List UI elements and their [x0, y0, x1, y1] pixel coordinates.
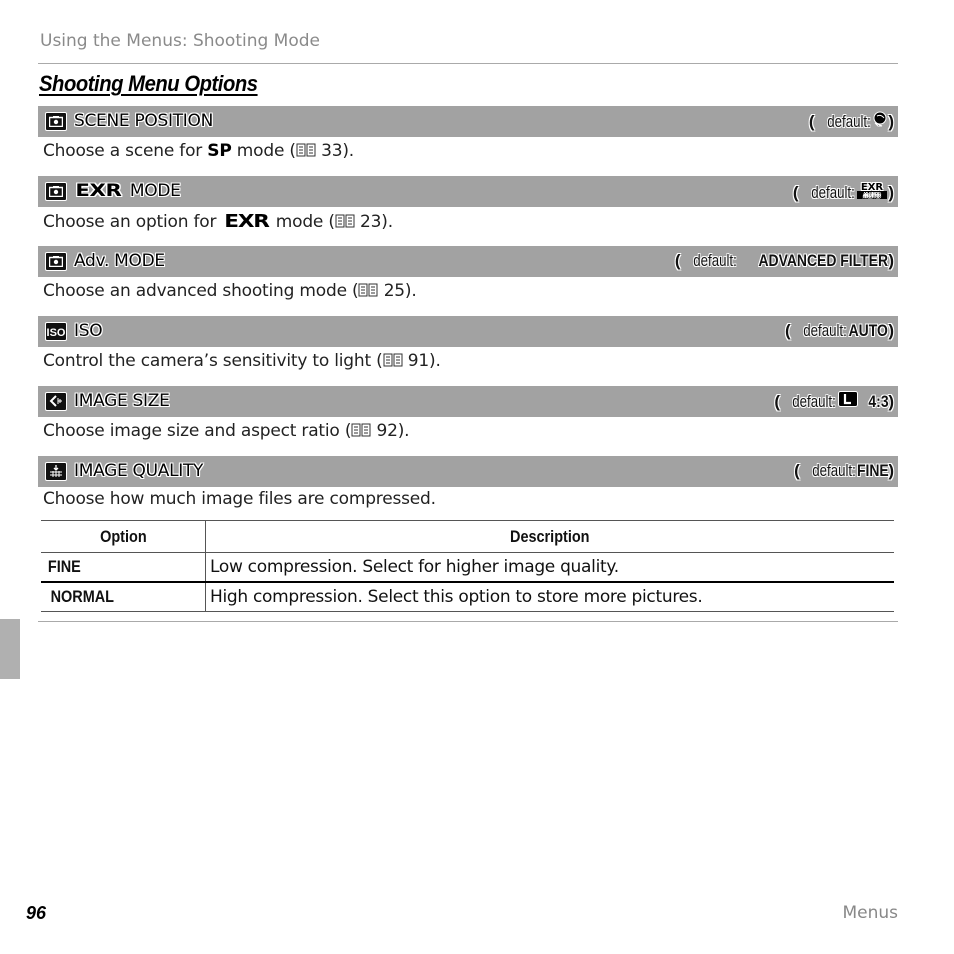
book-icon [296, 142, 316, 157]
default-value: (default: ) [808, 111, 894, 132]
menu-item-bar-image-quality: IMAGE QUALITY (default: FINE) [38, 456, 898, 487]
portrait-scene-icon [872, 111, 888, 132]
page-ref[interactable]: 25 [384, 281, 405, 301]
menu-item-description: Control the camera’s sensitivity to ligh… [43, 351, 441, 371]
page-number: 96 [26, 903, 47, 923]
menu-item-description: Choose how much image files are compress… [43, 489, 436, 509]
default-value: (default: AUTO) [785, 321, 894, 340]
column-header-description: Description [205, 520, 894, 553]
book-icon [358, 282, 378, 297]
menu-item-label: ISO [74, 321, 103, 341]
menu-item-bar-adv-mode: Adv. MODE (default: ADVANCED FILTER) [38, 246, 898, 277]
book-icon [335, 213, 355, 228]
column-header-option: Option [41, 520, 206, 553]
menu-item-bar-iso: ISO ISO (default: AUTO) [38, 316, 898, 347]
svg-text:ISO: ISO [47, 327, 65, 338]
page-ref[interactable]: 33 [321, 141, 342, 161]
menu-item-label: MODE [129, 181, 181, 201]
header-divider [38, 63, 898, 64]
default-value: (default: ADVANCED FILTER) [674, 251, 894, 270]
menu-item-description: Choose an option for EXR mode ( 23). [43, 211, 393, 232]
chapter-tab [0, 619, 20, 679]
menu-item-bar-scene-position: SCENE POSITION (default: ) [38, 106, 898, 137]
option-cell: FINE [41, 552, 206, 583]
running-head: Using the Menus: Shooting Mode [40, 31, 321, 51]
camera-icon [45, 181, 67, 201]
menu-item-bar-exr-mode: EXR MODE (default: EXR AUTO) [38, 176, 898, 207]
options-table: Option Description FINE Low compression.… [41, 520, 894, 612]
menu-item-label: SCENE POSITION [74, 111, 213, 131]
book-icon [383, 352, 403, 367]
page-ref[interactable]: 91 [408, 351, 429, 371]
exr-logo: EXR [75, 181, 122, 201]
menu-item-description: Choose image size and aspect ratio ( 92)… [43, 421, 410, 441]
option-cell: NORMAL [41, 582, 206, 612]
iso-icon: ISO [45, 321, 67, 341]
description-cell: High compression. Select this option to … [205, 582, 894, 612]
large-size-icon [837, 391, 858, 412]
table-row: FINE Low compression. Select for higher … [41, 552, 894, 583]
svg-text:AUTO: AUTO [864, 193, 881, 200]
menu-item-description: Choose an advanced shooting mode ( 25). [43, 281, 417, 301]
camera-icon [45, 251, 67, 271]
page-ref[interactable]: 92 [376, 421, 397, 441]
exr-auto-icon: EXR AUTO [856, 181, 888, 204]
content-divider [38, 621, 898, 622]
menu-item-bar-image-size: IMAGE SIZE (default: 4:3) [38, 386, 898, 417]
exr-logo: EXR [223, 211, 270, 232]
table-row: NORMAL High compression. Select this opt… [41, 582, 894, 612]
menu-item-label: IMAGE QUALITY [74, 461, 204, 481]
description-cell: Low compression. Select for higher image… [205, 552, 894, 583]
camera-icon [45, 111, 67, 131]
menu-item-label: IMAGE SIZE [74, 391, 170, 411]
page-ref[interactable]: 23 [360, 212, 381, 232]
default-value: (default: 4:3) [774, 391, 894, 412]
default-value: (default: EXR AUTO) [793, 181, 894, 204]
image-quality-icon [45, 461, 67, 481]
section-title: Shooting Menu Options [39, 71, 258, 96]
menu-item-label: Adv. MODE [74, 251, 165, 271]
default-value: (default: FINE) [794, 461, 894, 480]
image-size-icon [45, 391, 67, 411]
menu-item-description: Choose a scene for SP mode ( 33). [43, 141, 354, 161]
footer-section-label: Menus [842, 903, 898, 923]
book-icon [351, 422, 371, 437]
